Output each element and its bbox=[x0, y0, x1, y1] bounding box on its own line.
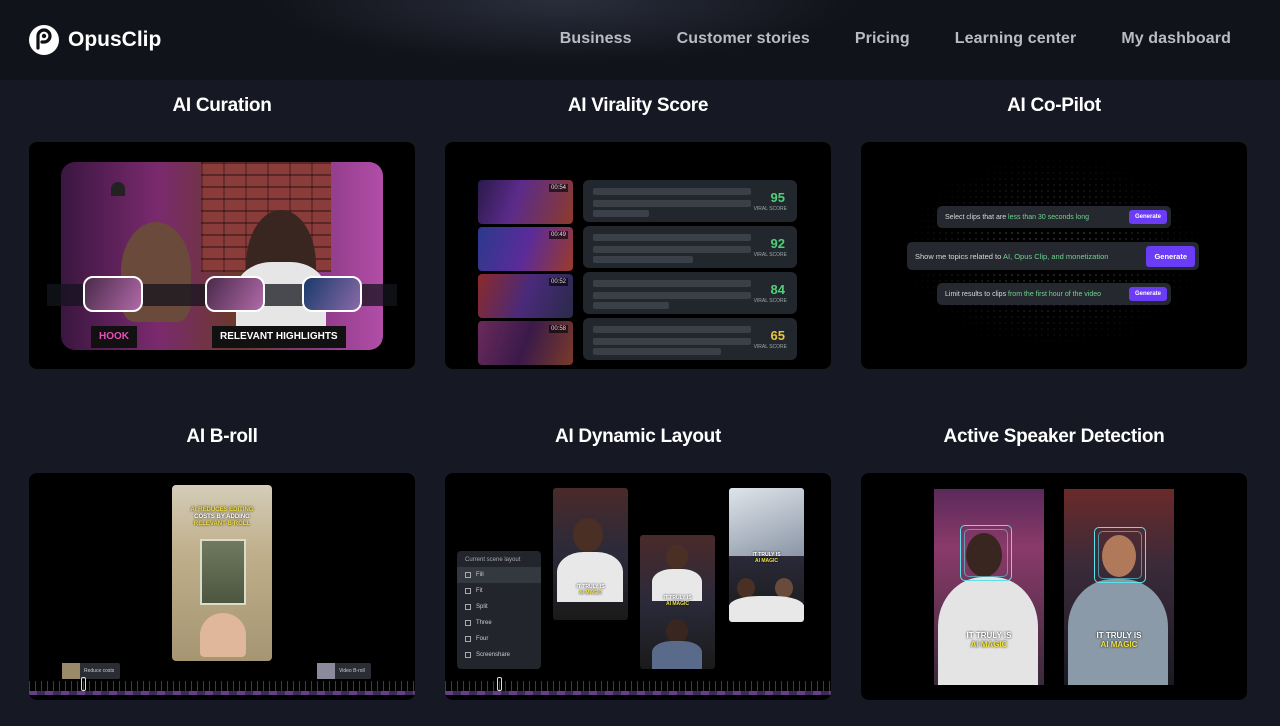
main-nav: Business Customer stories Pricing Learni… bbox=[560, 30, 1231, 48]
virality-row: 92 VIRAL SCORE bbox=[583, 226, 797, 268]
card-ai-virality-score[interactable]: 00:54 00:49 00:52 00:58 95 VIRAL SCORE 9… bbox=[445, 142, 831, 369]
screenshare-icon bbox=[465, 652, 471, 658]
generate-button[interactable]: Generate bbox=[1128, 210, 1167, 224]
viral-score-value: 95 bbox=[770, 190, 785, 205]
generate-button[interactable]: Generate bbox=[1146, 245, 1195, 267]
nav-customer-stories[interactable]: Customer stories bbox=[677, 30, 810, 48]
feature-title-active-speaker-detection: Active Speaker Detection bbox=[943, 426, 1165, 447]
feature-title-ai-dynamic-layout: AI Dynamic Layout bbox=[555, 426, 721, 447]
speaker-caption: IT TRULY IS AI MAGIC bbox=[1096, 631, 1142, 649]
timeline-track bbox=[29, 691, 415, 695]
clip-thumb-hook[interactable] bbox=[83, 276, 143, 312]
feature-title-ai-b-roll: AI B-roll bbox=[186, 426, 258, 447]
card-ai-dynamic-layout[interactable]: Current scene layout Fill Fit Split Thre… bbox=[445, 473, 831, 700]
timeline-ruler bbox=[445, 681, 831, 691]
timeline-track bbox=[445, 691, 831, 695]
clip-thumb-highlight-2[interactable] bbox=[302, 276, 362, 312]
copilot-prompt[interactable]: Show me topics related to AI, Opus Clip,… bbox=[907, 242, 1199, 270]
fit-icon bbox=[465, 588, 471, 594]
dollar-bill-image bbox=[200, 539, 246, 605]
timeline-chip-video-b-roll[interactable]: Video B-roll bbox=[317, 663, 371, 679]
viral-score-value: 92 bbox=[770, 236, 785, 251]
card-active-speaker-detection[interactable]: IT TRULY IS AI MAGIC IT TRULY IS AI MAGIC bbox=[861, 473, 1247, 700]
viral-score-value: 65 bbox=[770, 328, 785, 343]
virality-row: 84 VIRAL SCORE bbox=[583, 272, 797, 314]
layout-option-screenshare[interactable]: Screenshare bbox=[457, 647, 541, 663]
b-roll-caption: AI REDUCES EDITING COSTS BY ADDING RELEV… bbox=[190, 507, 254, 527]
podcast-studio-image bbox=[61, 162, 383, 350]
virality-thumb: 00:49 bbox=[478, 227, 573, 271]
playhead[interactable] bbox=[81, 677, 86, 691]
three-icon bbox=[465, 620, 471, 626]
layout-option-fill[interactable]: Fill bbox=[457, 567, 541, 583]
feature-title-ai-virality-score: AI Virality Score bbox=[567, 95, 709, 116]
nav-my-dashboard[interactable]: My dashboard bbox=[1121, 30, 1231, 48]
fill-icon bbox=[465, 572, 471, 578]
b-roll-preview: AI REDUCES EDITING COSTS BY ADDING RELEV… bbox=[172, 485, 272, 661]
card-ai-b-roll[interactable]: AI REDUCES EDITING COSTS BY ADDING RELEV… bbox=[29, 473, 415, 700]
copilot-prompt[interactable]: Select clips that are less than 30 secon… bbox=[937, 206, 1171, 228]
layout-option-four[interactable]: Four bbox=[457, 631, 541, 647]
card-ai-co-pilot[interactable]: Select clips that are less than 30 secon… bbox=[861, 142, 1247, 369]
viral-score-label: VIRAL SCORE bbox=[753, 252, 787, 258]
virality-thumb: 00:54 bbox=[478, 180, 573, 224]
generate-button[interactable]: Generate bbox=[1128, 287, 1167, 301]
speaker-caption: IT TRULY IS AI MAGIC bbox=[966, 631, 1012, 649]
brand-name: OpusClip bbox=[68, 28, 162, 51]
feature-title-ai-curation: AI Curation bbox=[172, 95, 272, 116]
card-ai-curation[interactable]: HOOK RELEVANT HIGHLIGHTS bbox=[29, 142, 415, 369]
layout-preview-fill: IT TRULY IS AI MAGIC bbox=[553, 488, 628, 620]
virality-thumb: 00:52 bbox=[478, 274, 573, 318]
layout-option-three[interactable]: Three bbox=[457, 615, 541, 631]
layout-preview-screenshare: IT TRULY IS AI MAGIC bbox=[729, 488, 804, 622]
viral-score-value: 84 bbox=[770, 282, 785, 297]
timeline-ruler bbox=[29, 681, 415, 691]
virality-row: 95 VIRAL SCORE bbox=[583, 180, 797, 222]
lamp-icon bbox=[111, 182, 125, 196]
site-header: OpusClip Business Customer stories Prici… bbox=[0, 0, 1280, 80]
timeline-chip-reduce-costs[interactable]: Reduce costs bbox=[62, 663, 121, 679]
viral-score-label: VIRAL SCORE bbox=[753, 298, 787, 304]
four-icon bbox=[465, 636, 471, 642]
brand-logo[interactable]: OpusClip bbox=[28, 24, 161, 56]
layout-preview-split: IT TRULY IS AI MAGIC bbox=[640, 535, 715, 669]
copilot-prompt[interactable]: Limit results to clips from the first ho… bbox=[937, 283, 1171, 305]
layout-option-fit[interactable]: Fit bbox=[457, 583, 541, 599]
nav-pricing[interactable]: Pricing bbox=[855, 30, 910, 48]
playhead[interactable] bbox=[497, 677, 502, 691]
virality-thumb: 00:58 bbox=[478, 321, 573, 365]
viral-score-label: VIRAL SCORE bbox=[753, 344, 787, 350]
tag-hook: HOOK bbox=[91, 326, 137, 348]
tag-relevant-highlights: RELEVANT HIGHLIGHTS bbox=[212, 326, 346, 348]
scene-layout-panel: Current scene layout Fill Fit Split Thre… bbox=[457, 551, 541, 669]
speaker-view-left: IT TRULY IS AI MAGIC bbox=[934, 489, 1044, 685]
viral-score-label: VIRAL SCORE bbox=[753, 206, 787, 212]
opusclip-logo-icon bbox=[29, 25, 59, 55]
speaker-view-right: IT TRULY IS AI MAGIC bbox=[1064, 489, 1174, 685]
layout-option-split[interactable]: Split bbox=[457, 599, 541, 615]
hand-image bbox=[200, 613, 246, 657]
feature-title-ai-co-pilot: AI Co-Pilot bbox=[1007, 95, 1101, 116]
virality-thumbnails: 00:54 00:49 00:52 00:58 bbox=[478, 180, 573, 369]
clip-thumb-highlight-1[interactable] bbox=[205, 276, 265, 312]
virality-row: 65 VIRAL SCORE bbox=[583, 318, 797, 360]
scene-layout-title: Current scene layout bbox=[465, 557, 521, 563]
nav-learning-center[interactable]: Learning center bbox=[955, 30, 1077, 48]
nav-business[interactable]: Business bbox=[560, 30, 632, 48]
split-icon bbox=[465, 604, 471, 610]
